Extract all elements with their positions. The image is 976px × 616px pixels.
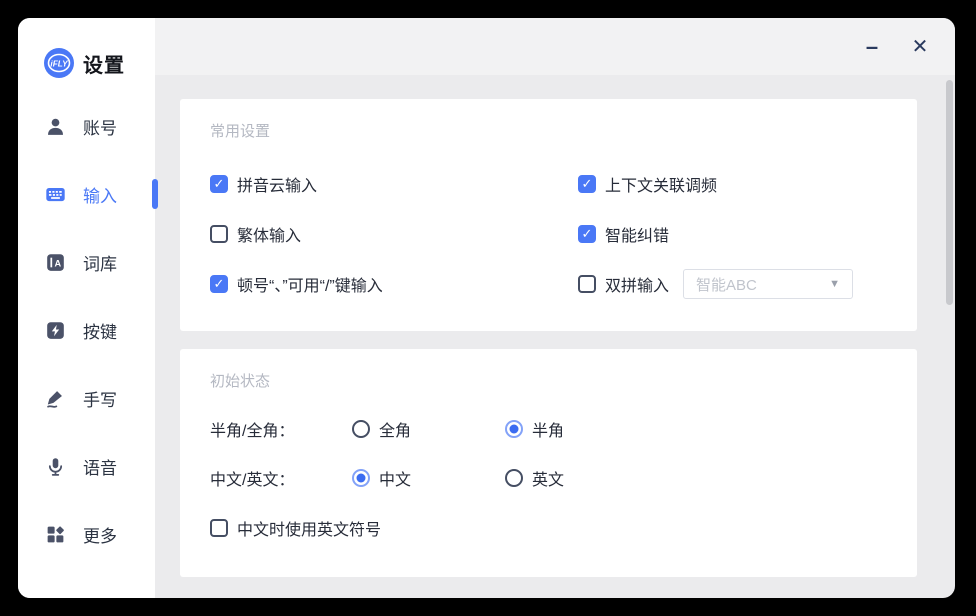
section-title: 常用设置 (210, 120, 887, 141)
sidebar-item-label: 按键 (83, 318, 117, 343)
sidebar: iFLY 设置 账号 (18, 18, 155, 598)
common-settings-card: 常用设置 ✓ 拼音云输入 ✓ 上下文关联调频 繁体输入 (180, 99, 917, 331)
check-icon: ✓ (214, 277, 225, 290)
sidebar-item-label: 账号 (83, 114, 117, 139)
close-button[interactable]: ✕ (907, 34, 933, 60)
checkbox-unchecked[interactable] (210, 519, 228, 537)
section-title: 初始状态 (210, 370, 887, 391)
window-controls: – ✕ (859, 18, 933, 75)
checkbox-checked[interactable]: ✓ (578, 225, 596, 243)
sidebar-item-label: 词库 (83, 250, 117, 275)
sidebar-item-voice[interactable]: 语音 (18, 432, 155, 500)
user-icon (45, 116, 66, 137)
sidebar-item-more[interactable]: 更多 (18, 500, 155, 568)
dictionary-icon: A (45, 252, 66, 273)
ifly-logo-icon: iFLY (44, 48, 74, 78)
checkbox-unchecked[interactable] (578, 275, 596, 293)
titlebar[interactable]: – ✕ (155, 18, 955, 75)
radio-option-label: 半角 (532, 417, 564, 441)
settings-window: iFLY 设置 账号 (18, 18, 955, 598)
radio-selected[interactable] (505, 420, 523, 438)
svg-text:iFLY: iFLY (50, 59, 69, 68)
chinese-english-row: 中文/英文： 中文 英文 (210, 468, 887, 488)
common-options-grid: ✓ 拼音云输入 ✓ 上下文关联调频 繁体输入 ✓ 智能纠错 (210, 169, 887, 319)
option-smart-correction[interactable]: ✓ 智能纠错 (578, 219, 887, 249)
chevron-down-icon: ▼ (829, 278, 840, 290)
radio-unselected[interactable] (505, 469, 523, 487)
checkbox-unchecked[interactable] (210, 225, 228, 243)
option-label: 上下文关联调频 (605, 172, 717, 196)
check-icon: ✓ (214, 177, 225, 190)
settings-content: 常用设置 ✓ 拼音云输入 ✓ 上下文关联调频 繁体输入 (155, 75, 955, 595)
sidebar-item-input[interactable]: 输入 (18, 160, 155, 228)
sidebar-nav: 账号 输入 (18, 92, 155, 568)
option-english-punctuation[interactable]: 中文时使用英文符号 (210, 517, 887, 539)
option-label: 顿号“、”可用“/”键输入 (237, 272, 383, 296)
option-label: 拼音云输入 (237, 172, 317, 196)
checkbox-checked[interactable]: ✓ (210, 175, 228, 193)
sidebar-item-label: 手写 (83, 386, 117, 411)
svg-text:A: A (54, 258, 61, 268)
check-icon: ✓ (582, 177, 593, 190)
handwriting-icon (45, 388, 66, 409)
radio-option-label: 全角 (379, 417, 411, 441)
option-traditional-input[interactable]: 繁体输入 (210, 219, 578, 249)
option-label: 智能纠错 (605, 222, 669, 246)
app-header: iFLY 设置 (18, 18, 155, 78)
option-shuangpin[interactable]: 双拼输入 智能ABC ▼ (578, 269, 887, 299)
page-title: 设置 (83, 49, 125, 78)
sidebar-item-handwriting[interactable]: 手写 (18, 364, 155, 432)
vertical-scrollbar[interactable] (946, 80, 953, 305)
keyboard-icon (45, 184, 66, 205)
shuangpin-scheme-select[interactable]: 智能ABC ▼ (683, 269, 853, 299)
microphone-icon (45, 456, 66, 477)
sidebar-item-label: 更多 (83, 522, 117, 547)
checkbox-checked[interactable]: ✓ (210, 275, 228, 293)
sidebar-item-label: 语音 (83, 454, 117, 479)
sidebar-item-account[interactable]: 账号 (18, 92, 155, 160)
radio-group-label: 中文/英文： (210, 466, 352, 490)
key-lightning-icon (45, 320, 66, 341)
option-context-tuning[interactable]: ✓ 上下文关联调频 (578, 169, 887, 199)
more-grid-icon (45, 524, 66, 545)
option-label: 双拼输入 (605, 272, 669, 296)
radio-option-label: 中文 (379, 466, 411, 490)
halfwidth-fullwidth-row: 半角/全角： 全角 半角 (210, 419, 887, 439)
minimize-button[interactable]: – (859, 34, 885, 60)
option-slash-key[interactable]: ✓ 顿号“、”可用“/”键输入 (210, 269, 578, 299)
radio-unselected[interactable] (352, 420, 370, 438)
sidebar-item-label: 输入 (83, 182, 117, 207)
dropdown-value: 智能ABC (696, 274, 829, 295)
check-icon: ✓ (582, 227, 593, 240)
radio-selected[interactable] (352, 469, 370, 487)
sidebar-item-dictionary[interactable]: A 词库 (18, 228, 155, 296)
main-area: – ✕ 常用设置 ✓ 拼音云输入 ✓ 上下文关联调频 (155, 18, 955, 598)
option-label: 中文时使用英文符号 (237, 516, 381, 540)
initial-state-card: 初始状态 半角/全角： 全角 半角 中文/英文： (180, 349, 917, 577)
option-pinyin-cloud[interactable]: ✓ 拼音云输入 (210, 169, 578, 199)
radio-halfwidth[interactable]: 半角 (505, 417, 658, 441)
sidebar-item-keys[interactable]: 按键 (18, 296, 155, 364)
radio-option-label: 英文 (532, 466, 564, 490)
radio-chinese[interactable]: 中文 (352, 466, 505, 490)
option-label: 繁体输入 (237, 222, 301, 246)
checkbox-checked[interactable]: ✓ (578, 175, 596, 193)
radio-english[interactable]: 英文 (505, 466, 658, 490)
radio-fullwidth[interactable]: 全角 (352, 417, 505, 441)
radio-group-label: 半角/全角： (210, 417, 352, 441)
